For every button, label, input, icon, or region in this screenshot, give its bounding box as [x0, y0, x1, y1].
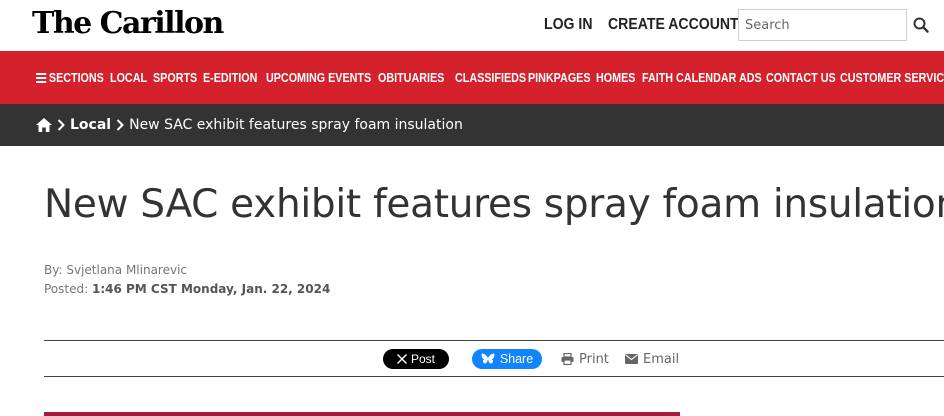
printer-icon: [561, 353, 574, 365]
breadcrumb-home[interactable]: [36, 118, 52, 132]
posted-timestamp: 1:46 PM CST Monday, Jan. 22, 2024: [91, 282, 331, 296]
article-posted: Posted: 1:46 PM CST Monday, Jan. 22, 202…: [44, 282, 330, 296]
search-button[interactable]: [910, 14, 932, 36]
x-post-label: Post: [410, 352, 435, 366]
nav-item-contact-us[interactable]: CONTACT US: [766, 71, 836, 85]
chevron-right-icon: [116, 119, 125, 131]
search-input[interactable]: [739, 10, 906, 40]
posted-prefix: Posted:: [44, 282, 89, 296]
article-author[interactable]: Svjetlana Mlinarevic: [66, 263, 187, 277]
site-header: The Carillon LOG IN CREATE ACCOUNT: [0, 0, 944, 51]
nav-item-sports[interactable]: SPORTS: [153, 71, 197, 85]
article-byline: By: Svjetlana Mlinarevic: [44, 263, 187, 277]
print-label: Print: [579, 351, 609, 367]
bluesky-share-button[interactable]: Share: [472, 349, 542, 369]
breadcrumb-section[interactable]: Local: [70, 117, 111, 133]
email-button[interactable]: Email: [625, 350, 679, 368]
home-icon: [36, 118, 52, 132]
x-logo-icon: [396, 354, 407, 364]
main-nav: SECTIONS LOCAL SPORTS E-EDITION UPCOMING…: [0, 51, 944, 104]
divider-bottom: [44, 376, 944, 377]
nav-sections[interactable]: SECTIONS: [36, 71, 104, 85]
nav-item-homes[interactable]: HOMES: [596, 71, 635, 85]
nav-item-customer-service[interactable]: CUSTOMER SERVICE: [840, 71, 944, 85]
site-logo[interactable]: The Carillon: [32, 6, 224, 41]
chevron-right-icon: [57, 119, 65, 131]
search-icon: [913, 17, 929, 33]
nav-item-obituaries[interactable]: OBITUARIES: [378, 71, 444, 85]
nav-item-pinkpages[interactable]: PINKPAGES: [528, 71, 591, 85]
butterfly-icon: [481, 353, 495, 364]
nav-item-e-edition[interactable]: E-EDITION: [203, 71, 257, 85]
breadcrumb-current: New SAC exhibit features spray foam insu…: [129, 117, 463, 133]
bluesky-share-label: Share: [499, 352, 534, 366]
nav-sections-label: SECTIONS: [48, 70, 104, 85]
email-label: Email: [643, 351, 680, 367]
x-post-button[interactable]: Post: [383, 349, 449, 369]
divider-top: [44, 340, 944, 341]
byline-prefix: By:: [44, 263, 63, 277]
nav-item-faith-calendar[interactable]: FAITH CALENDAR: [642, 71, 736, 85]
nav-item-classifieds[interactable]: CLASSIFIEDS: [455, 71, 526, 85]
share-toolbar: Post Share Print Email: [0, 348, 944, 370]
breadcrumb: Local New SAC exhibit features spray foa…: [0, 104, 944, 146]
search-box: [738, 9, 907, 41]
print-button[interactable]: Print: [561, 350, 609, 368]
nav-item-ads[interactable]: ADS: [739, 71, 762, 85]
login-link[interactable]: LOG IN: [544, 16, 592, 34]
nav-item-upcoming-events[interactable]: UPCOMING EVENTS: [266, 71, 371, 85]
nav-item-local[interactable]: LOCAL: [110, 71, 147, 85]
hamburger-icon: [36, 72, 47, 83]
create-account-link[interactable]: CREATE ACCOUNT: [608, 16, 739, 34]
envelope-icon: [625, 354, 638, 364]
article-headline: New SAC exhibit features spray foam insu…: [44, 182, 944, 227]
accent-bar: [44, 412, 680, 416]
